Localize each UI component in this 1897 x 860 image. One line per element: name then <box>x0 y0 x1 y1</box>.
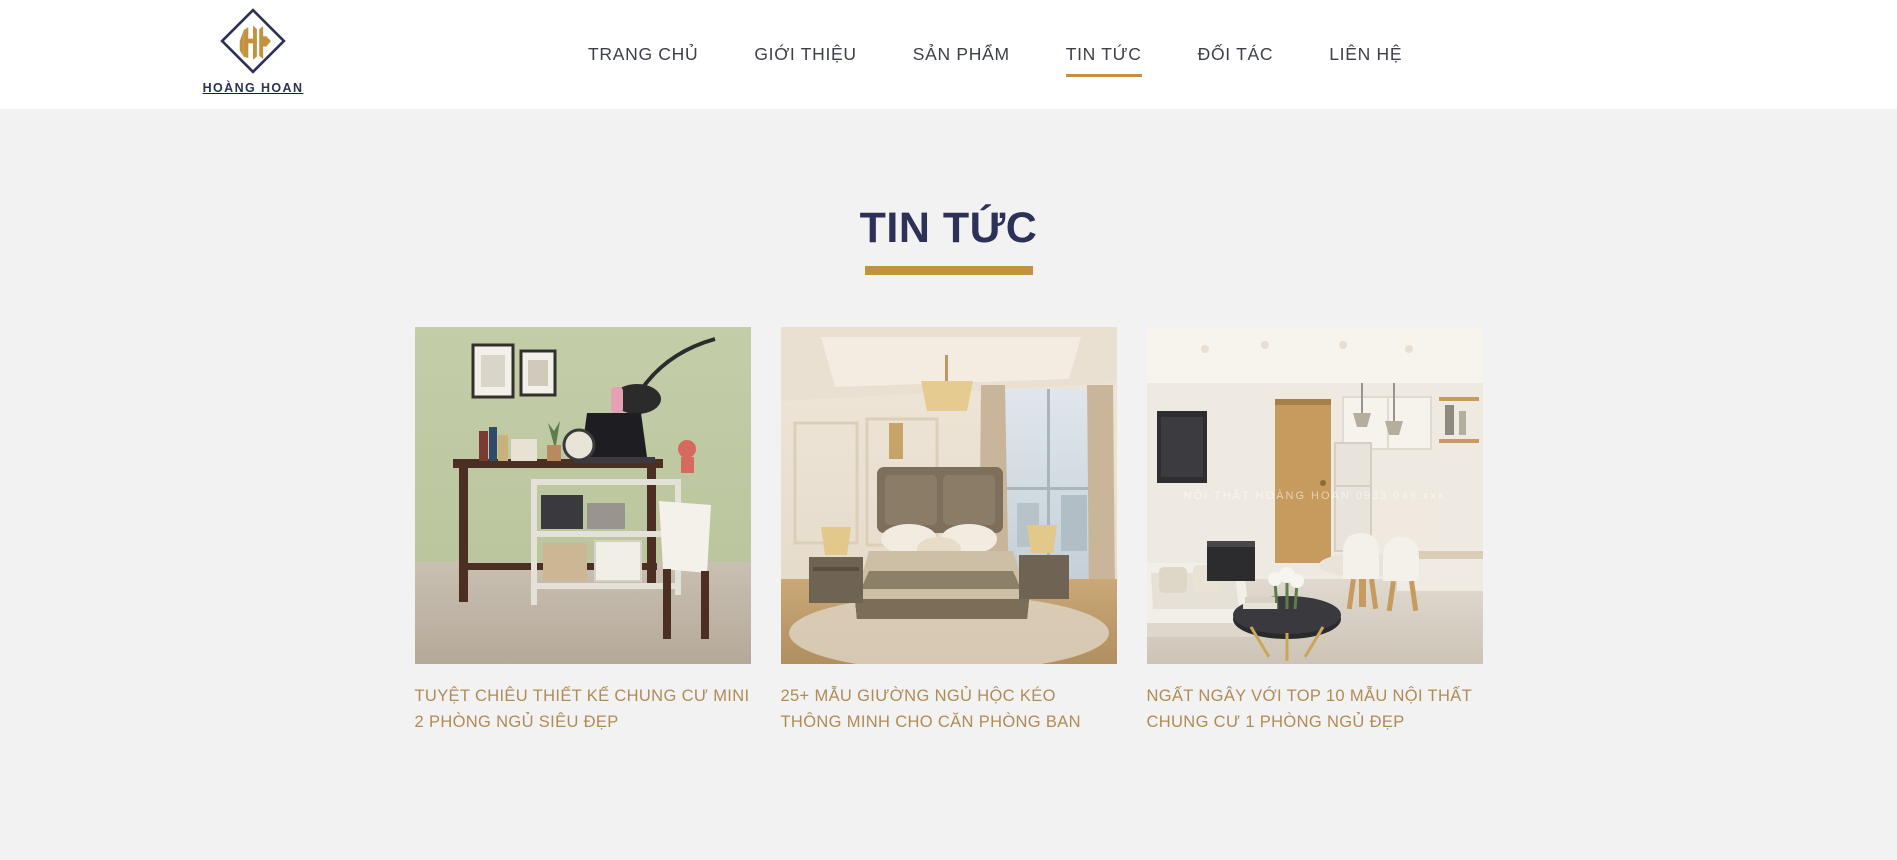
news-card-image <box>780 327 1117 664</box>
diamond-hh-monogram-icon <box>220 8 286 74</box>
main-navigation: TRANG CHỦ GIỚI THIỆU SẢN PHẨM TIN TỨC ĐỐ… <box>560 0 1430 109</box>
news-card[interactable]: TUYỆT CHIÊU THIẾT KẾ CHUNG CƯ MINI 2 PHÒ… <box>414 327 751 735</box>
news-card-image: NỘI THẤT HOÀNG HOAN 0933.049.xxx <box>1146 327 1483 664</box>
nav-active-underline <box>1065 73 1142 77</box>
nav-item-label: TRANG CHỦ <box>588 43 699 64</box>
nav-item-lien-he[interactable]: LIÊN HỆ <box>1301 35 1430 75</box>
news-card-title: NGẤT NGÂY VỚI TOP 10 MẪU NỘI THẤT CHUNG … <box>1146 687 1472 731</box>
site-header: HOÀNG HOAN TRANG CHỦ GIỚI THIỆU SẢN PHẨM… <box>0 0 1897 109</box>
news-card[interactable]: 25+ MẪU GIƯỜNG NGỦ HỘC KÉO THÔNG MINH CH… <box>780 327 1117 735</box>
bedroom-upholstered-bed-photo <box>780 327 1117 664</box>
open-plan-living-kitchen-photo <box>1146 327 1483 664</box>
news-card-image <box>414 327 751 664</box>
title-underline-rule <box>864 266 1033 275</box>
page-title: TIN TỨC <box>859 204 1038 252</box>
nav-item-label: LIÊN HỆ <box>1329 43 1403 64</box>
news-card-title: TUYỆT CHIÊU THIẾT KẾ CHUNG CƯ MINI 2 PHÒ… <box>414 687 750 731</box>
brand-name: HOÀNG HOAN <box>202 81 304 95</box>
nav-item-label: SẢN PHẨM <box>912 43 1010 64</box>
home-office-desk-photo <box>414 327 751 664</box>
nav-item-gioi-thieu[interactable]: GIỚI THIỆU <box>726 35 884 75</box>
section-header: TIN TỨC <box>0 109 1897 275</box>
nav-item-san-pham[interactable]: SẢN PHẨM <box>885 35 1038 75</box>
nav-item-doi-tac[interactable]: ĐỐI TÁC <box>1170 35 1302 75</box>
nav-item-tin-tuc[interactable]: TIN TỨC <box>1038 35 1170 77</box>
news-section: TIN TỨC TUYỆT CHIÊU THIẾT KẾ CHUNG CƯ MI… <box>0 109 1897 860</box>
nav-item-label: ĐỐI TÁC <box>1197 43 1274 64</box>
nav-item-label: TIN TỨC <box>1065 43 1142 64</box>
nav-item-trang-chu[interactable]: TRANG CHỦ <box>560 35 726 75</box>
brand-logo-link[interactable]: HOÀNG HOAN <box>202 2 304 95</box>
news-card-grid: TUYỆT CHIÊU THIẾT KẾ CHUNG CƯ MINI 2 PHÒ… <box>414 327 1483 735</box>
nav-item-label: GIỚI THIỆU <box>754 43 857 64</box>
news-card-title: 25+ MẪU GIƯỜNG NGỦ HỘC KÉO THÔNG MINH CH… <box>780 687 1081 731</box>
news-card[interactable]: NỘI THẤT HOÀNG HOAN 0933.049.xxx NGẤT NG… <box>1146 327 1483 735</box>
